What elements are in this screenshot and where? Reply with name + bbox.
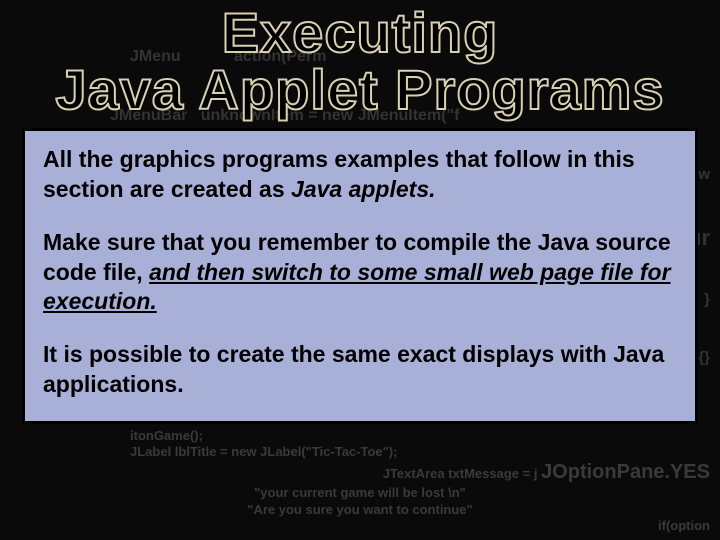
background-code-bottom: itonGame(); JLabel lblTitle = new JLabel… [0,426,720,540]
bg-line: "Are you sure you want to continue" [10,502,710,518]
paragraph-1: All the graphics programs examples that … [43,145,677,204]
content-panel: All the graphics programs examples that … [22,128,698,424]
bg-line: if(option [10,518,710,534]
title-line-2: Java Applet Programs [55,58,664,121]
bg-line: JLabel lblTitle = new JLabel("Tic-Tac-To… [130,444,710,460]
bg-line: itonGame(); [130,428,710,444]
bg-text: JOptionPane.YES [541,461,710,483]
paragraph-3: It is possible to create the same exact … [43,340,677,399]
bg-line: "your current game will be lost \n" [10,485,710,501]
paragraph-2: Make sure that you remember to compile t… [43,228,677,316]
slide-title: Executing Java Applet Programs [0,0,720,128]
p1-italic: Java applets. [291,176,435,202]
bg-line: JTextArea txtMessage = j JOptionPane.YES [10,460,710,485]
title-line-1: Executing [222,1,499,64]
bg-text: JTextArea txtMessage = j [383,466,538,481]
